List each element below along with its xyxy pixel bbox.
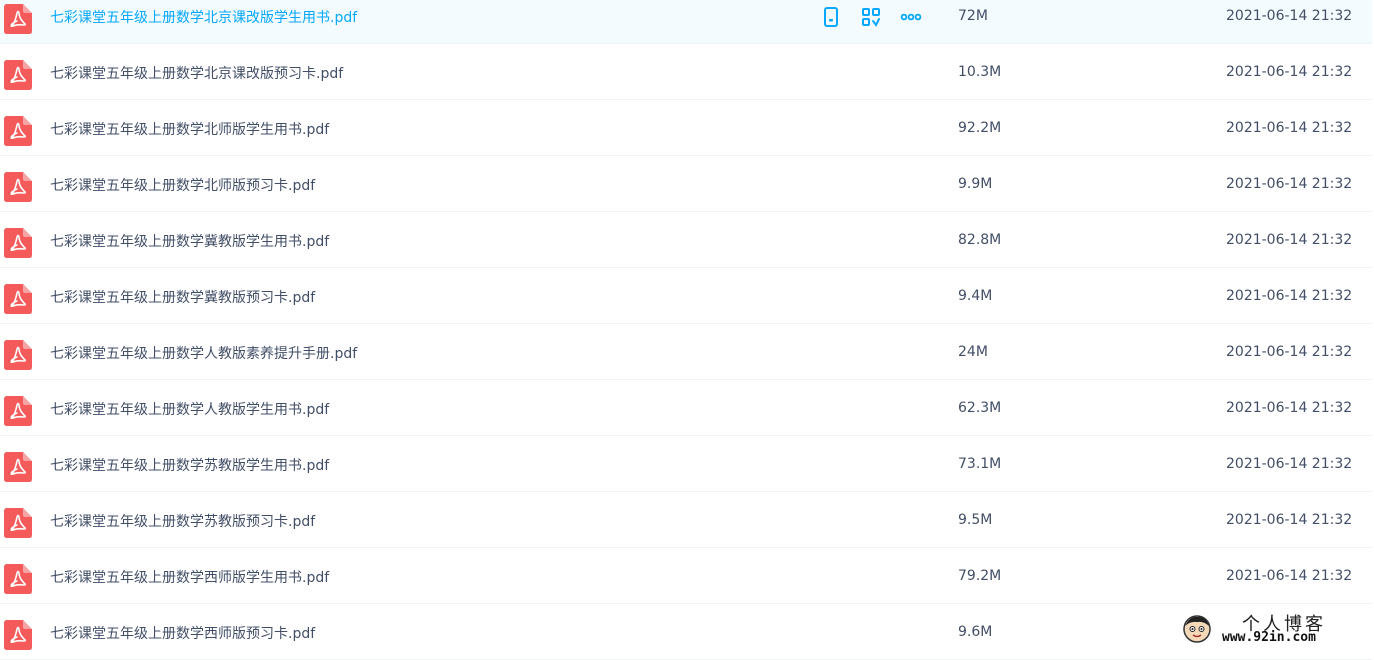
file-name-link[interactable]: 七彩课堂五年级上册数学北师版学生用书.pdf bbox=[50, 119, 329, 139]
file-list: 七彩课堂五年级上册数学北京课改版学生用书.pdf 72M 2021-06-14 2… bbox=[0, 0, 1374, 660]
file-date: 2021-06-14 21:32 bbox=[1226, 232, 1353, 248]
pdf-file-icon bbox=[4, 396, 32, 426]
file-size: 9.9M bbox=[958, 176, 993, 192]
file-size: 72M bbox=[958, 8, 988, 24]
file-size: 73.1M bbox=[958, 456, 1002, 472]
file-size: 24M bbox=[958, 344, 988, 360]
file-date: 2021-06-14 21:32 bbox=[1226, 568, 1353, 584]
file-row[interactable]: 七彩课堂五年级上册数学人教版学生用书.pdf 62.3M 2021-06-14 21… bbox=[0, 380, 1372, 436]
pdf-file-icon bbox=[4, 620, 32, 650]
file-size: 9.5M bbox=[958, 512, 993, 528]
file-row[interactable]: 七彩课堂五年级上册数学冀教版预习卡.pdf 9.4M 2021-06-14 21:3… bbox=[0, 268, 1372, 324]
file-size: 82.8M bbox=[958, 232, 1002, 248]
pdf-file-icon bbox=[4, 508, 32, 538]
file-row[interactable]: 七彩课堂五年级上册数学人教版素养提升手册.pdf 24M 2021-06-14 21… bbox=[0, 324, 1372, 380]
file-name-link[interactable]: 七彩课堂五年级上册数学人教版学生用书.pdf bbox=[50, 399, 329, 419]
file-row[interactable]: 七彩课堂五年级上册数学北京课改版学生用书.pdf 72M 2021-06-14 2… bbox=[0, 0, 1372, 44]
file-size: 9.6M bbox=[958, 624, 993, 640]
pdf-file-icon bbox=[4, 284, 32, 314]
file-row[interactable]: 七彩课堂五年级上册数学西师版预习卡.pdf 9.6M bbox=[0, 604, 1372, 660]
file-size: 62.3M bbox=[958, 400, 1002, 416]
file-name-link[interactable]: 七彩课堂五年级上册数学北京课改版预习卡.pdf bbox=[50, 63, 343, 83]
pdf-file-icon bbox=[4, 60, 32, 90]
file-name-link[interactable]: 七彩课堂五年级上册数学人教版素养提升手册.pdf bbox=[50, 343, 357, 363]
file-name-link[interactable]: 七彩课堂五年级上册数学冀教版预习卡.pdf bbox=[50, 287, 315, 307]
file-date: 2021-06-14 21:32 bbox=[1226, 288, 1353, 304]
file-row[interactable]: 七彩课堂五年级上册数学北师版学生用书.pdf 92.2M 2021-06-14 21… bbox=[0, 100, 1372, 156]
file-row[interactable]: 七彩课堂五年级上册数学北师版预习卡.pdf 9.9M 2021-06-14 21:3… bbox=[0, 156, 1372, 212]
file-row[interactable]: 七彩课堂五年级上册数学苏教版预习卡.pdf 9.5M 2021-06-14 21:3… bbox=[0, 492, 1372, 548]
file-date: 2021-06-14 21:32 bbox=[1226, 344, 1353, 360]
file-date: 2021-06-14 21:32 bbox=[1226, 64, 1353, 80]
row-actions bbox=[820, 6, 940, 28]
file-name-link[interactable]: 七彩课堂五年级上册数学苏教版预习卡.pdf bbox=[50, 511, 315, 531]
file-name-link[interactable]: 七彩课堂五年级上册数学苏教版学生用书.pdf bbox=[50, 455, 329, 475]
file-size: 10.3M bbox=[958, 64, 1002, 80]
file-date: 2021-06-14 21:32 bbox=[1226, 456, 1353, 472]
pdf-file-icon bbox=[4, 4, 32, 34]
file-name-link[interactable]: 七彩课堂五年级上册数学冀教版学生用书.pdf bbox=[50, 231, 329, 251]
pdf-file-icon bbox=[4, 172, 32, 202]
mascot-icon bbox=[1183, 615, 1211, 643]
file-size: 79.2M bbox=[958, 568, 1002, 584]
share-link-icon[interactable] bbox=[860, 6, 882, 28]
file-size: 9.4M bbox=[958, 288, 993, 304]
watermark: 个人博客 www.92in.com bbox=[1180, 612, 1370, 648]
file-date: 2021-06-14 21:32 bbox=[1226, 512, 1353, 528]
file-size: 92.2M bbox=[958, 120, 1002, 136]
pdf-file-icon bbox=[4, 340, 32, 370]
watermark-url: www.92in.com bbox=[1222, 630, 1316, 645]
pdf-file-icon bbox=[4, 564, 32, 594]
file-name-link[interactable]: 七彩课堂五年级上册数学西师版预习卡.pdf bbox=[50, 623, 315, 643]
file-row[interactable]: 七彩课堂五年级上册数学西师版学生用书.pdf 79.2M 2021-06-14 21… bbox=[0, 548, 1372, 604]
file-date: 2021-06-14 21:32 bbox=[1226, 8, 1353, 24]
file-name-link[interactable]: 七彩课堂五年级上册数学西师版学生用书.pdf bbox=[50, 567, 329, 587]
file-row[interactable]: 七彩课堂五年级上册数学冀教版学生用书.pdf 82.8M 2021-06-14 21… bbox=[0, 212, 1372, 268]
pdf-file-icon bbox=[4, 452, 32, 482]
pdf-file-icon bbox=[4, 116, 32, 146]
phone-icon[interactable] bbox=[820, 6, 842, 28]
file-row[interactable]: 七彩课堂五年级上册数学北京课改版预习卡.pdf 10.3M 2021-06-14 2… bbox=[0, 44, 1372, 100]
file-date: 2021-06-14 21:32 bbox=[1226, 176, 1353, 192]
file-date: 2021-06-14 21:32 bbox=[1226, 400, 1353, 416]
file-name-link[interactable]: 七彩课堂五年级上册数学北师版预习卡.pdf bbox=[50, 175, 315, 195]
more-icon[interactable] bbox=[900, 6, 922, 28]
file-name-link[interactable]: 七彩课堂五年级上册数学北京课改版学生用书.pdf bbox=[50, 7, 357, 27]
file-date: 2021-06-14 21:32 bbox=[1226, 120, 1353, 136]
file-row[interactable]: 七彩课堂五年级上册数学苏教版学生用书.pdf 73.1M 2021-06-14 21… bbox=[0, 436, 1372, 492]
pdf-file-icon bbox=[4, 228, 32, 258]
